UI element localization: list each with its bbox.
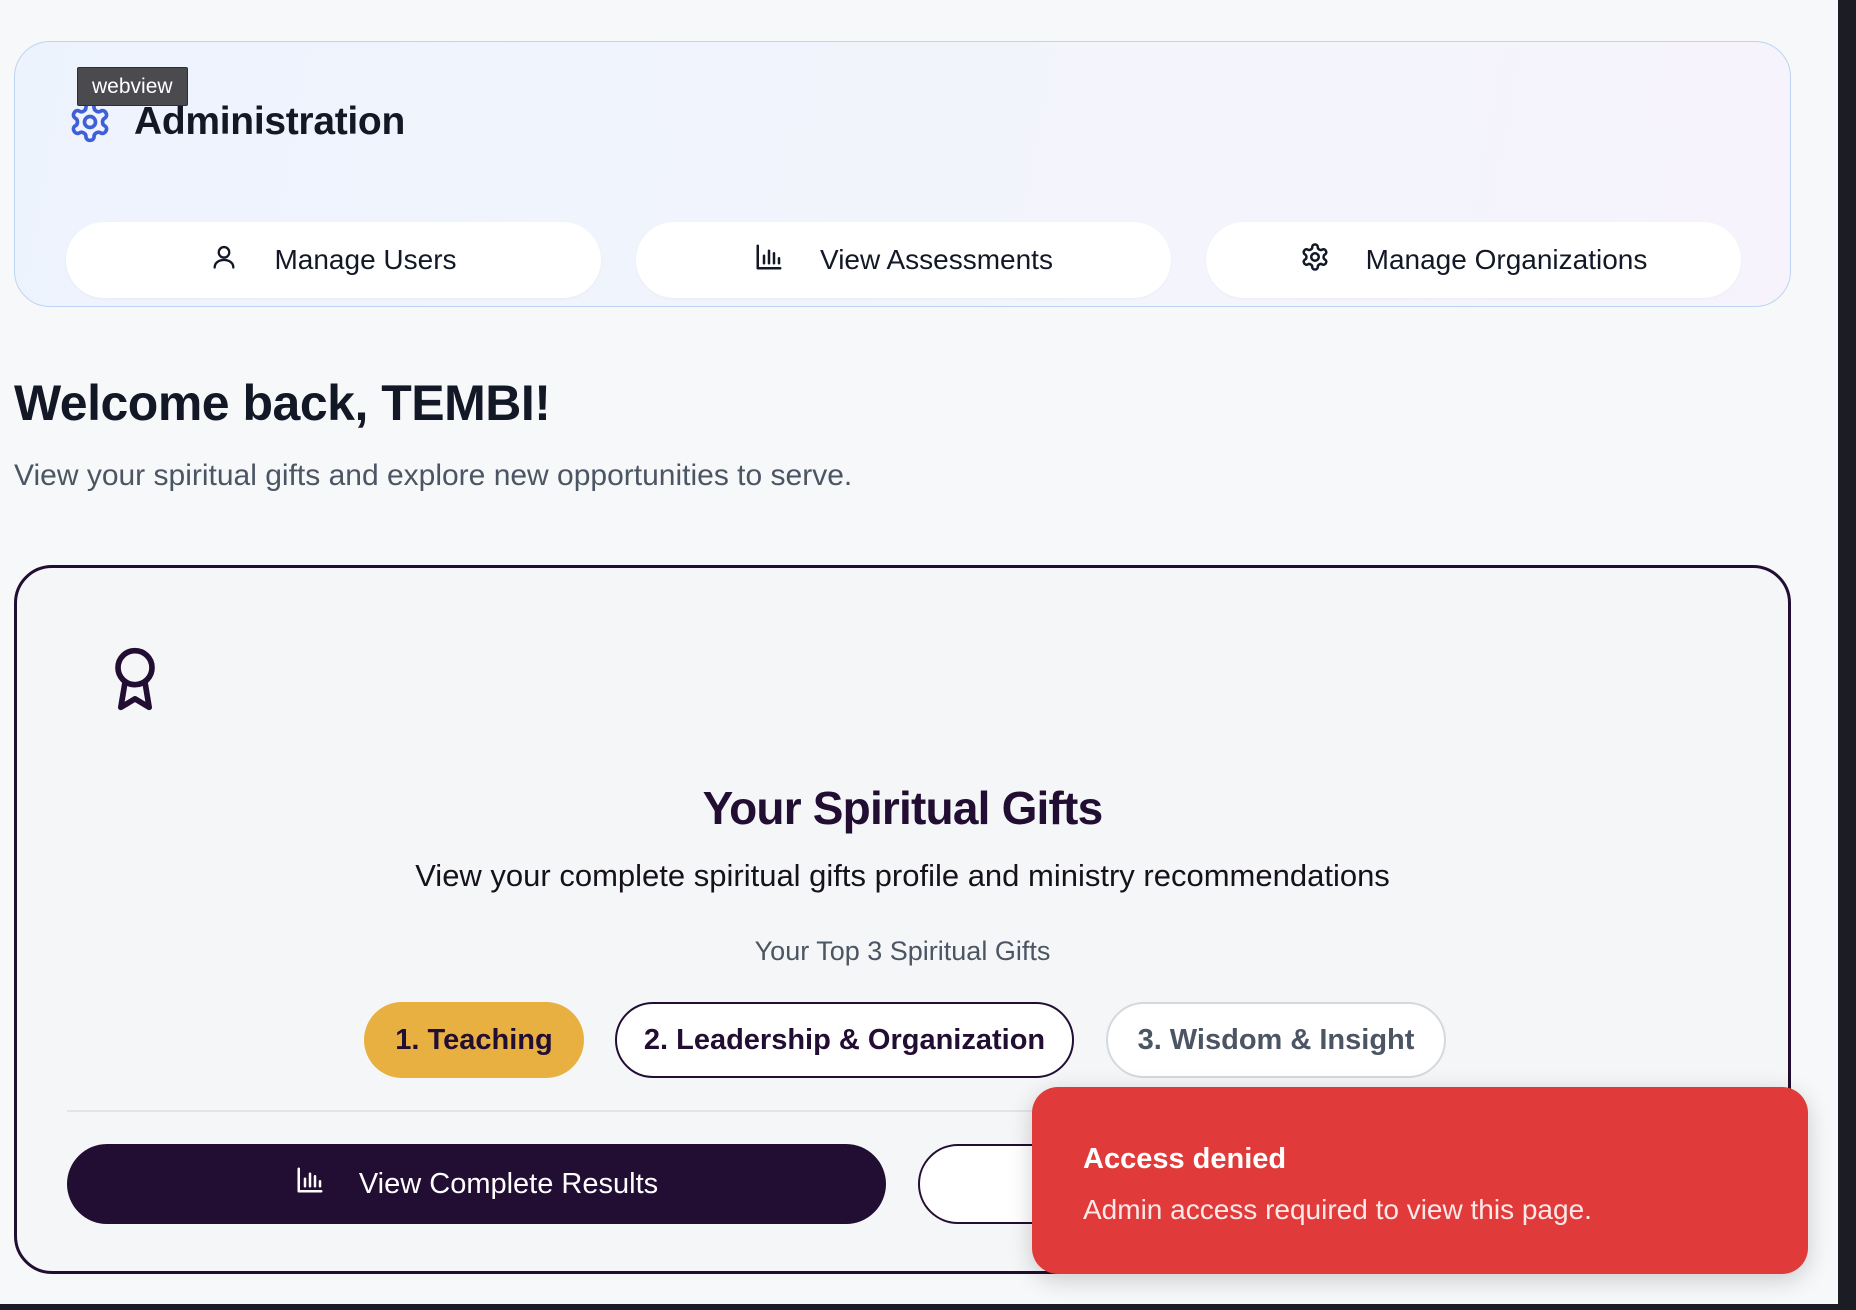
- manage-users-button[interactable]: Manage Users: [66, 222, 601, 298]
- user-icon: [210, 242, 238, 279]
- welcome-title: Welcome back, TEMBI!: [14, 375, 551, 431]
- bar-chart-icon: [295, 1165, 325, 1203]
- gear-icon: [68, 100, 112, 144]
- manage-organizations-label: Manage Organizations: [1365, 244, 1648, 275]
- gear-icon: [1300, 242, 1330, 279]
- welcome-subtitle: View your spiritual gifts and explore ne…: [14, 459, 853, 492]
- access-denied-toast[interactable]: Access denied Admin access required to v…: [1032, 1087, 1808, 1274]
- view-assessments-label: View Assessments: [820, 244, 1053, 275]
- manage-users-label: Manage Users: [274, 244, 457, 275]
- bar-chart-icon: [754, 242, 784, 279]
- admin-panel: Administration Manage Users View Assessm…: [14, 41, 1791, 307]
- gift-badge-wisdom: 3. Wisdom & Insight: [1106, 1002, 1446, 1078]
- window-edge-bottom: [0, 1304, 1856, 1310]
- view-complete-results-button[interactable]: View Complete Results: [67, 1144, 886, 1224]
- toast-title: Access denied: [1083, 1143, 1287, 1175]
- view-complete-results-label: View Complete Results: [358, 1167, 659, 1200]
- window-edge: [1838, 0, 1856, 1310]
- manage-organizations-button[interactable]: Manage Organizations: [1206, 222, 1741, 298]
- view-assessments-button[interactable]: View Assessments: [636, 222, 1171, 298]
- gifts-subtitle: View your complete spiritual gifts profi…: [415, 858, 1390, 893]
- gifts-title: Your Spiritual Gifts: [702, 782, 1104, 834]
- webview-tooltip: webview: [77, 67, 188, 106]
- app-root: Administration Manage Users View Assessm…: [0, 0, 1856, 1310]
- award-icon: [101, 643, 169, 715]
- gift-badge-leadership: 2. Leadership & Organization: [615, 1002, 1074, 1078]
- top-gifts-label: Your Top 3 Spiritual Gifts: [754, 936, 1051, 966]
- admin-title: Administration: [134, 100, 405, 143]
- gift-badge-teaching: 1. Teaching: [364, 1002, 584, 1078]
- toast-description: Admin access required to view this page.: [1083, 1194, 1592, 1225]
